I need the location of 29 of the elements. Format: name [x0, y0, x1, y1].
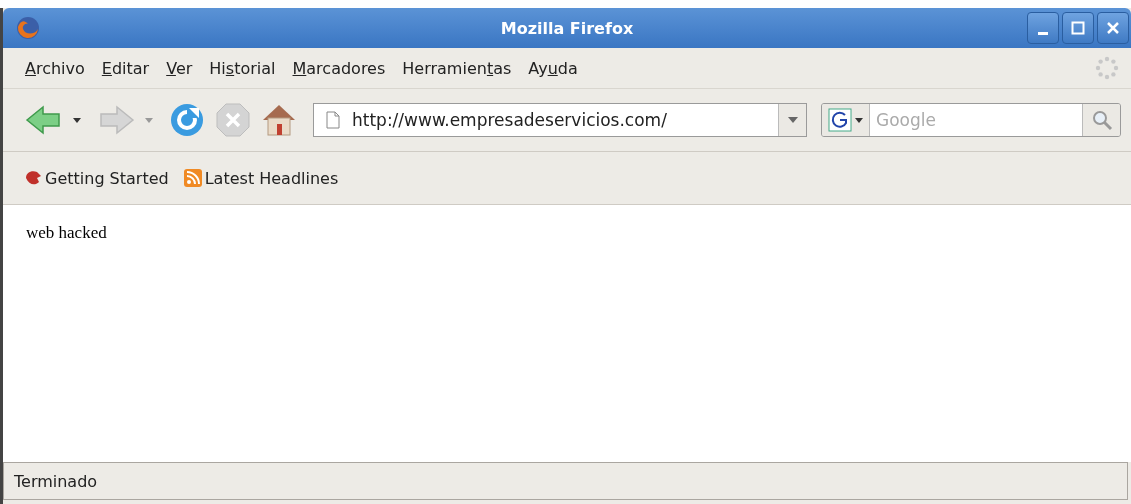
- throbber-icon: [1095, 56, 1119, 80]
- dropdown-button[interactable]: [778, 104, 806, 136]
- window-title: Mozilla Firefox: [499, 18, 635, 38]
- firefox-logo-icon: [15, 15, 41, 41]
- menu-item[interactable]: Ver: [165, 56, 194, 80]
- back-button[interactable]: [25, 104, 63, 136]
- menu-item[interactable]: Ayuda: [527, 56, 579, 80]
- bookmark-item[interactable]: Latest Headlines: [182, 168, 339, 188]
- caret-icon: [787, 117, 798, 123]
- close-button[interactable]: [1097, 12, 1129, 44]
- dropdown-arrow-icon[interactable]: [73, 117, 81, 123]
- minimize-icon: [1038, 31, 1048, 35]
- close-icon: [1105, 20, 1121, 36]
- menu-item[interactable]: Herramientas: [401, 56, 513, 80]
- minimize-button[interactable]: [1027, 12, 1059, 44]
- reload-button[interactable]: [169, 102, 205, 138]
- menu-item[interactable]: Editar: [100, 56, 151, 80]
- menu-item[interactable]: Archivo: [24, 56, 86, 80]
- status-text: Terminado: [14, 471, 98, 491]
- maximize-icon: [1070, 20, 1086, 36]
- maximize-button[interactable]: [1062, 12, 1094, 44]
- menu-item[interactable]: Marcadores: [291, 56, 387, 80]
- home-button[interactable]: [261, 102, 297, 138]
- feed-icon: [182, 168, 203, 188]
- address-bar[interactable]: http://www.empresadeservicios.com/: [313, 103, 807, 137]
- bookmark-item[interactable]: Getting Started: [23, 168, 169, 188]
- menu-item[interactable]: Historial: [208, 56, 277, 80]
- page-icon: [326, 111, 340, 129]
- page-text: web hacked: [26, 223, 107, 242]
